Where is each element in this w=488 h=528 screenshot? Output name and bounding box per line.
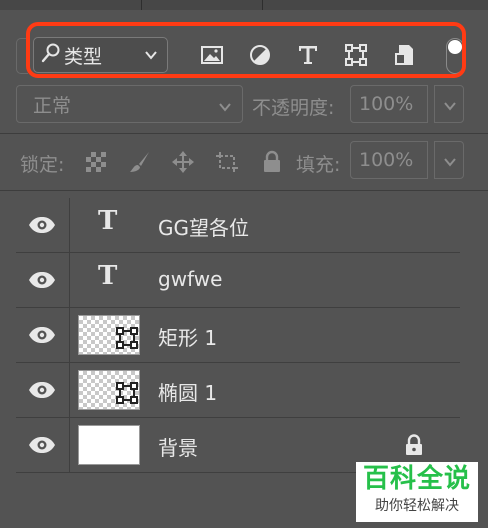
layer-thumbnail[interactable] <box>78 370 140 410</box>
lock-icon[interactable] <box>404 434 424 460</box>
shape-layer-icon <box>115 381 139 405</box>
layer-list: T GG望各位 T gwfwe 矩形 1 椭圆 1 背景 <box>16 198 460 473</box>
divider <box>0 133 488 134</box>
chevron-down-icon <box>444 102 456 111</box>
opacity-dropdown[interactable] <box>434 85 464 123</box>
blend-mode-select[interactable]: 正常 <box>16 85 243 123</box>
eye-icon <box>29 217 55 233</box>
shape-layer-icon <box>115 326 139 350</box>
layer-name[interactable]: GG望各位 <box>158 212 249 241</box>
layer-name[interactable]: 背景 <box>158 432 198 461</box>
fill-label: 填充: <box>296 154 341 176</box>
visibility-toggle[interactable] <box>16 418 70 472</box>
layer-row[interactable]: T gwfwe <box>16 253 460 308</box>
layer-row[interactable]: 矩形 1 <box>16 308 460 363</box>
layer-filter-bar: 类型 <box>0 10 488 84</box>
brush-icon[interactable] <box>128 150 152 174</box>
eye-icon <box>29 327 55 343</box>
layer-thumbnail[interactable] <box>78 425 140 465</box>
watermark-subtitle: 助你轻松解决 <box>375 498 459 514</box>
watermark-title: 百科全说 <box>362 464 471 494</box>
layer-thumbnail[interactable] <box>78 315 140 355</box>
layer-name[interactable]: 矩形 1 <box>158 322 217 351</box>
text-layer-icon: T <box>98 261 118 291</box>
chevron-down-icon <box>217 98 233 120</box>
blend-row: 正常 不透明度: 100% <box>0 84 488 126</box>
highlight-annotation <box>26 22 466 78</box>
lock-all-icon[interactable] <box>260 150 284 174</box>
lock-row: 锁定: 填充: 100% <box>0 140 488 184</box>
layer-row[interactable]: T GG望各位 <box>16 198 460 253</box>
opacity-input[interactable]: 100% <box>350 85 428 123</box>
artboard-icon[interactable] <box>215 150 239 174</box>
fill-dropdown[interactable] <box>434 141 464 179</box>
opacity-label: 不透明度: <box>252 97 335 119</box>
lock-label: 锁定: <box>20 154 65 176</box>
watermark: 百科全说 助你轻松解决 <box>356 462 478 522</box>
layer-row[interactable]: 椭圆 1 <box>16 363 460 418</box>
panel-tab-strip <box>0 0 488 10</box>
blend-mode-label: 正常 <box>33 94 72 117</box>
visibility-toggle[interactable] <box>16 253 70 307</box>
visibility-toggle[interactable] <box>16 198 70 252</box>
chevron-down-icon <box>444 158 456 167</box>
eye-icon <box>29 382 55 398</box>
eye-icon <box>29 272 55 288</box>
layer-name[interactable]: 椭圆 1 <box>158 377 217 406</box>
eye-icon <box>29 437 55 453</box>
move-icon[interactable] <box>171 150 195 174</box>
fill-input[interactable]: 100% <box>350 141 428 179</box>
divider <box>0 190 488 191</box>
visibility-toggle[interactable] <box>16 363 70 417</box>
visibility-toggle[interactable] <box>16 308 70 362</box>
lock-transparent-pixels-icon[interactable] <box>84 150 108 174</box>
layer-name[interactable]: gwfwe <box>158 267 222 291</box>
text-layer-icon: T <box>98 206 118 236</box>
